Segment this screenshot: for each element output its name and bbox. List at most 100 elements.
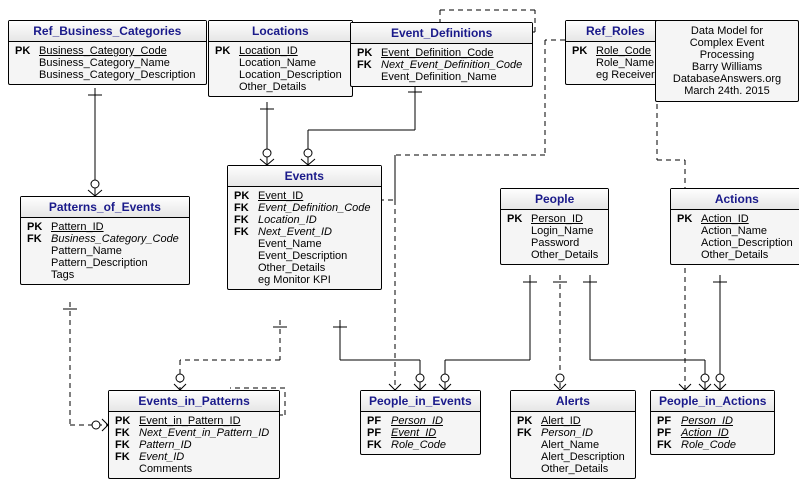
entity-body: PKAlert_IDFKPerson_IDAlert_NameAlert_Des… xyxy=(511,412,635,478)
attribute-name: Event_Definition_Name xyxy=(381,71,503,83)
entity-title: Events_in_Patterns xyxy=(109,391,279,412)
attribute-key xyxy=(232,250,258,262)
attribute-name: Business_Category_Description xyxy=(39,69,202,81)
attribute-name: Next_Event_ID xyxy=(258,226,338,238)
attribute-row: Login_Name xyxy=(505,225,604,237)
attribute-key xyxy=(505,237,531,249)
attribute-row: eg Receiver xyxy=(570,69,661,81)
attribute-name: Business_Category_Name xyxy=(39,57,176,69)
attribute-row: Action_Description xyxy=(675,237,799,249)
attribute-name: Event_in_Pattern_ID xyxy=(139,415,247,427)
attribute-row: PFEvent_ID xyxy=(365,427,476,439)
entity-events: Events PKEvent_IDFKEvent_Definition_Code… xyxy=(227,165,382,290)
attribute-key: FK xyxy=(113,451,139,463)
attribute-name: Other_Details xyxy=(258,262,331,274)
attribute-row: PKAction_ID xyxy=(675,213,799,225)
attribute-key xyxy=(675,249,701,261)
entity-body: PKBusiness_Category_CodeBusiness_Categor… xyxy=(9,42,206,84)
attribute-row: FKPattern_ID xyxy=(113,439,275,451)
attribute-name: Alert_ID xyxy=(541,415,587,427)
attribute-row: PKEvent_ID xyxy=(232,190,377,202)
attribute-key xyxy=(13,57,39,69)
entity-title: Events xyxy=(228,166,381,187)
attribute-row: Pattern_Description xyxy=(25,257,185,269)
attribute-key: PK xyxy=(13,45,39,57)
attribute-row: FKNext_Event_Definition_Code xyxy=(355,59,528,71)
attribute-name: Role_Code xyxy=(681,439,742,451)
attribute-key xyxy=(505,225,531,237)
attribute-name: Person_ID xyxy=(681,415,739,427)
attribute-key xyxy=(515,451,541,463)
attribute-row: PKAlert_ID xyxy=(515,415,631,427)
attribute-name: eg Monitor KPI xyxy=(258,274,337,286)
attribute-key xyxy=(113,463,139,475)
info-line: March 24th. 2015 xyxy=(662,85,792,97)
attribute-name: Person_ID xyxy=(531,213,589,225)
attribute-key: PK xyxy=(675,213,701,225)
attribute-name: Role_Code xyxy=(391,439,452,451)
attribute-row: PFPerson_ID xyxy=(655,415,770,427)
attribute-row: Location_Name xyxy=(213,57,348,69)
attribute-key: FK xyxy=(232,214,258,226)
attribute-name: Pattern_Name xyxy=(51,245,128,257)
entity-body: PKEvent_in_Pattern_IDFKNext_Event_in_Pat… xyxy=(109,412,279,478)
entity-ref-roles: Ref_Roles PKRole_CodeRole_Nameeg Receive… xyxy=(565,20,666,85)
attribute-name: eg Receiver xyxy=(596,69,661,81)
attribute-name: Event_ID xyxy=(258,190,309,202)
attribute-key: FK xyxy=(232,226,258,238)
attribute-name: Pattern_ID xyxy=(51,221,110,233)
attribute-name: Role_Name xyxy=(596,57,660,69)
attribute-key xyxy=(232,262,258,274)
attribute-key: PK xyxy=(570,45,596,57)
attribute-key: PK xyxy=(25,221,51,233)
attribute-name: Location_ID xyxy=(258,214,323,226)
attribute-row: eg Monitor KPI xyxy=(232,274,377,286)
entity-body: PKPattern_IDFKBusiness_Category_CodePatt… xyxy=(21,218,189,284)
attribute-row: PKEvent_Definition_Code xyxy=(355,47,528,59)
attribute-row: PKRole_Code xyxy=(570,45,661,57)
entity-body: PKEvent_Definition_CodeFKNext_Event_Defi… xyxy=(351,44,532,86)
attribute-name: Other_Details xyxy=(541,463,614,475)
attribute-row: Action_Name xyxy=(675,225,799,237)
entity-body: PFPerson_IDPFAction_IDFKRole_Code xyxy=(651,412,774,454)
attribute-name: Action_ID xyxy=(681,427,735,439)
attribute-name: Next_Event_in_Pattern_ID xyxy=(139,427,275,439)
attribute-key: PF xyxy=(655,415,681,427)
entity-events-in-patterns: Events_in_Patterns PKEvent_in_Pattern_ID… xyxy=(108,390,280,479)
attribute-row: Other_Details xyxy=(515,463,631,475)
attribute-key xyxy=(213,81,239,93)
attribute-key xyxy=(232,238,258,250)
attribute-row: Other_Details xyxy=(213,81,348,93)
info-line: DatabaseAnswers.org xyxy=(662,73,792,85)
attribute-row: Event_Definition_Name xyxy=(355,71,528,83)
attribute-key xyxy=(232,274,258,286)
attribute-name: Business_Category_Code xyxy=(39,45,173,57)
attribute-row: FKRole_Code xyxy=(655,439,770,451)
attribute-name: Password xyxy=(531,237,585,249)
attribute-name: Comments xyxy=(139,463,198,475)
attribute-key: PK xyxy=(213,45,239,57)
attribute-row: FKBusiness_Category_Code xyxy=(25,233,185,245)
attribute-key xyxy=(515,439,541,451)
info-line: Barry Williams xyxy=(662,61,792,73)
entity-ref-business-categories: Ref_Business_Categories PKBusiness_Categ… xyxy=(8,20,207,85)
attribute-key xyxy=(213,57,239,69)
attribute-row: Role_Name xyxy=(570,57,661,69)
attribute-name: Location_ID xyxy=(239,45,304,57)
entity-patterns-of-events: Patterns_of_Events PKPattern_IDFKBusines… xyxy=(20,196,190,285)
entity-event-definitions: Event_Definitions PKEvent_Definition_Cod… xyxy=(350,22,533,87)
attribute-key xyxy=(13,69,39,81)
attribute-key: PF xyxy=(365,427,391,439)
entity-title: Ref_Roles xyxy=(566,21,665,42)
info-line: Data Model for xyxy=(662,25,792,37)
attribute-name: Login_Name xyxy=(531,225,599,237)
attribute-row: Other_Details xyxy=(675,249,799,261)
entity-title: Actions xyxy=(671,189,799,210)
entity-title: People_in_Actions xyxy=(651,391,774,412)
attribute-row: Password xyxy=(505,237,604,249)
attribute-name: Action_ID xyxy=(701,213,755,225)
attribute-row: Alert_Name xyxy=(515,439,631,451)
attribute-row: Event_Description xyxy=(232,250,377,262)
attribute-name: Person_ID xyxy=(541,427,599,439)
attribute-name: Action_Description xyxy=(701,237,799,249)
